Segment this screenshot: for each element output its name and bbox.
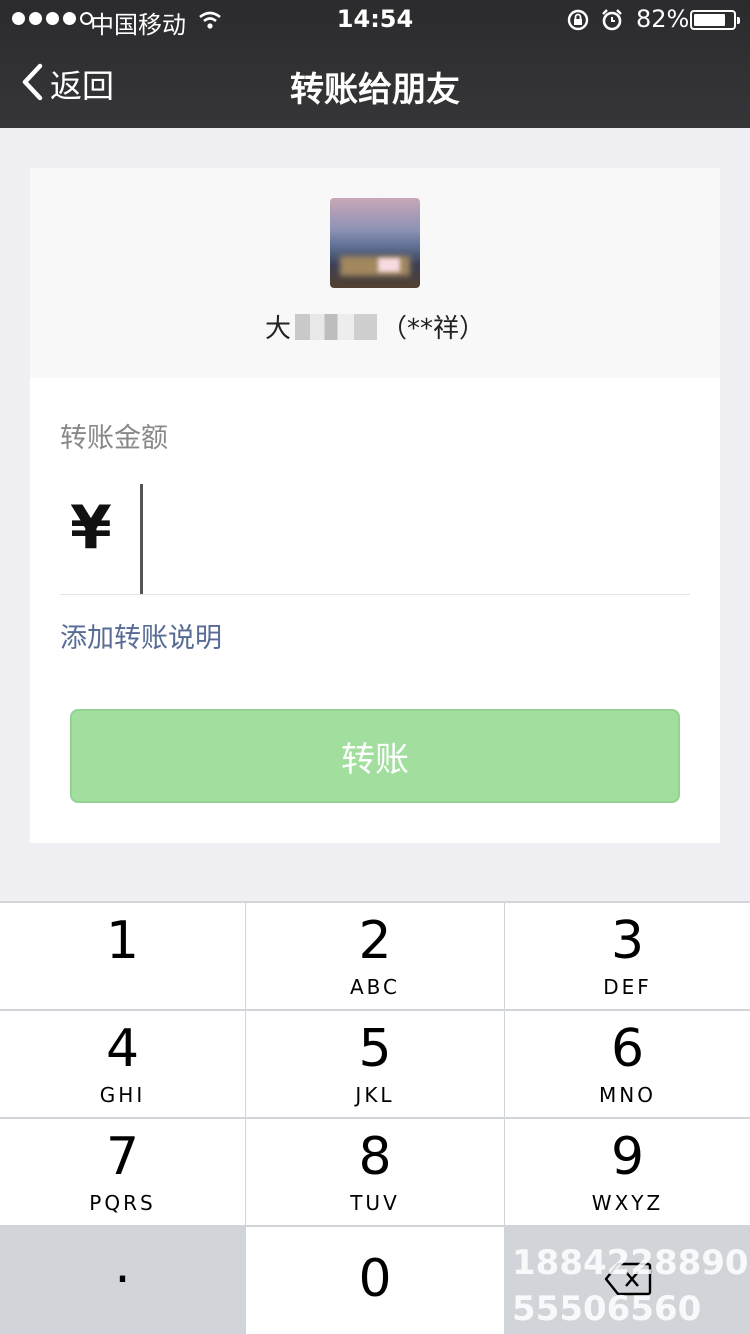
key-digit: 0 <box>358 1249 392 1309</box>
key-7[interactable]: 7 PQRS <box>0 1119 245 1225</box>
key-digit: 9 <box>610 1127 645 1187</box>
page-title: 转账给朋友 <box>290 70 460 110</box>
key-digit: 6 <box>610 1019 645 1079</box>
key-letters: WXYZ <box>591 1191 664 1215</box>
key-digit: 7 <box>105 1127 140 1187</box>
payee-section: 大 （**祥） <box>30 168 720 378</box>
battery-percent: 82% <box>636 5 690 33</box>
backspace-icon <box>604 1262 652 1300</box>
key-digit: 5 <box>358 1019 392 1079</box>
alarm-icon <box>600 8 624 38</box>
rotation-lock-icon <box>566 8 590 38</box>
amount-input[interactable] <box>148 486 688 592</box>
add-note-link[interactable]: 添加转账说明 <box>60 616 222 655</box>
key-letters: TUV <box>350 1191 400 1215</box>
text-cursor <box>140 484 143 594</box>
name-mosaic <box>295 313 377 340</box>
battery-fill <box>694 14 726 26</box>
battery-icon <box>690 10 740 30</box>
key-letters: PQRS <box>89 1191 156 1215</box>
status-bar: 中国移动 14:54 82% <box>0 0 750 40</box>
key-3[interactable]: 3 DEF <box>505 903 750 1009</box>
key-digit: 4 <box>105 1019 140 1079</box>
key-1[interactable]: 1 <box>0 903 245 1009</box>
key-letters: DEF <box>603 975 652 999</box>
key-0[interactable]: 0 <box>246 1227 504 1334</box>
payee-name: 大 （**祥） <box>30 308 720 345</box>
key-letters: JKL <box>355 1083 395 1107</box>
key-digit: 3 <box>610 911 645 971</box>
payee-name-suffix: （**祥） <box>381 314 486 344</box>
transfer-button[interactable]: 转账 <box>70 709 680 803</box>
key-6[interactable]: 6 MNO <box>505 1011 750 1117</box>
key-digit: . <box>114 1235 131 1295</box>
key-letters: MNO <box>599 1083 656 1107</box>
currency-symbol: ¥ <box>70 493 112 563</box>
key-4[interactable]: 4 GHI <box>0 1011 245 1117</box>
avatar <box>330 198 420 288</box>
key-digit: 1 <box>105 911 140 971</box>
key-8[interactable]: 8 TUV <box>246 1119 504 1225</box>
payee-name-prefix: 大 <box>264 314 291 344</box>
amount-label: 转账金额 <box>60 423 168 454</box>
key-digit: 8 <box>358 1127 392 1187</box>
key-9[interactable]: 9 WXYZ <box>505 1119 750 1225</box>
key-2[interactable]: 2 ABC <box>246 903 504 1009</box>
key-digit: 2 <box>358 911 392 971</box>
delete-key[interactable] <box>505 1227 750 1334</box>
top-bar: 中国移动 14:54 82% 返回 转账给朋友 <box>0 0 750 128</box>
key-5[interactable]: 5 JKL <box>246 1011 504 1117</box>
key-letters: GHI <box>99 1083 146 1107</box>
numeric-keypad: 1 2 ABC 3 DEF 4 GHI 5 JKL 6 MNO 7 PQRS 8… <box>0 901 750 1334</box>
key-decimal[interactable]: . <box>0 1227 245 1334</box>
transfer-card: 大 （**祥） 转账金额 ¥ 添加转账说明 转账 <box>30 168 720 843</box>
divider <box>60 594 690 595</box>
key-letters: ABC <box>349 975 400 999</box>
